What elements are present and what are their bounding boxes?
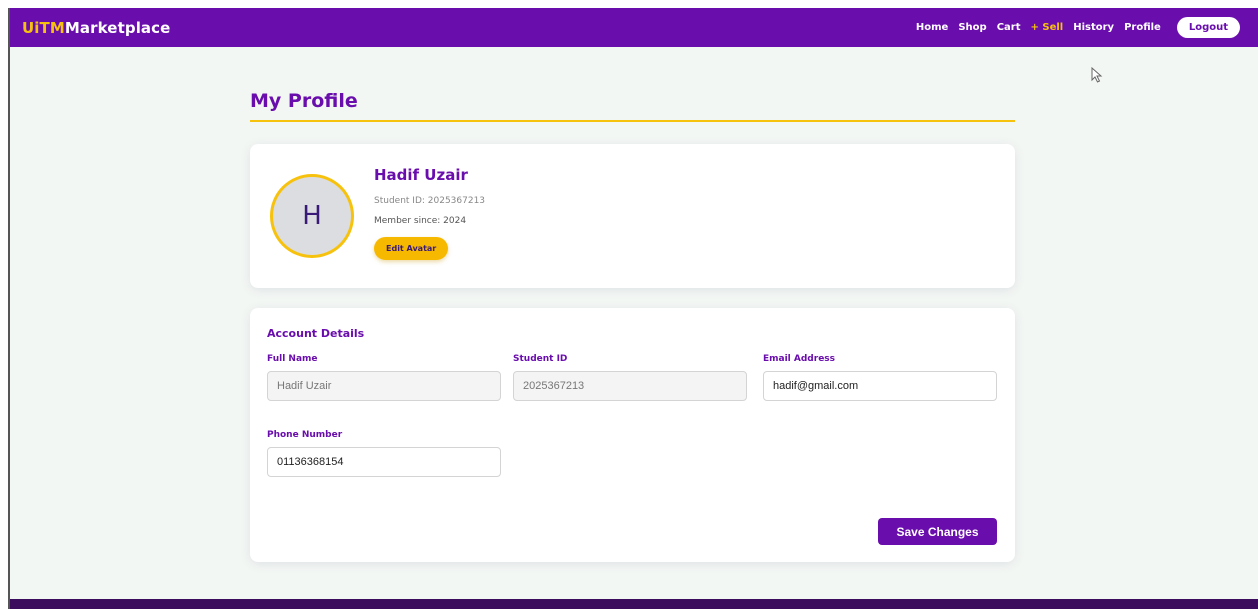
phone-label: Phone Number <box>267 430 343 440</box>
brand-name: Marketplace <box>64 18 171 37</box>
email-label: Email Address <box>763 354 836 364</box>
footer-bar <box>10 599 1258 609</box>
nav-profile[interactable]: Profile <box>1124 22 1161 33</box>
email-field-group: Email Address <box>763 354 997 401</box>
top-navbar: UiTMMarketplace Home Shop Cart + Sell Hi… <box>10 8 1258 47</box>
page-title: My Profile <box>250 90 1015 122</box>
full-name-input[interactable] <box>267 371 501 401</box>
nav-home[interactable]: Home <box>916 22 948 33</box>
brand-accent: UiTM <box>22 18 65 37</box>
student-id-label: Student ID <box>513 354 568 364</box>
full-name-field-group: Full Name <box>267 354 501 401</box>
nav-sell[interactable]: + Sell <box>1031 22 1064 33</box>
account-details-card: Account Details Full Name Student ID Ema… <box>250 308 1015 562</box>
email-input[interactable] <box>763 371 997 401</box>
student-id-field-group: Student ID <box>513 354 747 401</box>
brand-logo[interactable]: UiTMMarketplace <box>22 19 170 37</box>
nav-cart[interactable]: Cart <box>997 22 1021 33</box>
profile-name: Hadif Uzair <box>374 166 468 184</box>
student-id-input[interactable] <box>513 371 747 401</box>
account-details-title: Account Details <box>267 327 365 340</box>
profile-info: Hadif Uzair Student ID: 2025367213 Membe… <box>374 166 485 260</box>
app-window: UiTMMarketplace Home Shop Cart + Sell Hi… <box>8 8 1258 609</box>
profile-student-id: Student ID: 2025367213 <box>374 196 486 206</box>
avatar: H <box>270 174 354 258</box>
full-name-label: Full Name <box>267 354 318 364</box>
profile-member-since: Member since: 2024 <box>374 216 467 226</box>
logout-button[interactable]: Logout <box>1176 17 1240 38</box>
edit-avatar-button[interactable]: Edit Avatar <box>374 237 449 260</box>
phone-input[interactable] <box>267 447 501 477</box>
nav-links: Home Shop Cart + Sell History Profile Lo… <box>916 17 1246 38</box>
mouse-cursor-icon <box>1091 67 1103 83</box>
profile-page: My Profile H Hadif Uzair Student ID: 202… <box>250 90 1015 562</box>
profile-card: H Hadif Uzair Student ID: 2025367213 Mem… <box>250 144 1015 288</box>
nav-history[interactable]: History <box>1073 22 1114 33</box>
nav-shop[interactable]: Shop <box>958 22 986 33</box>
save-changes-button[interactable]: Save Changes <box>878 518 997 545</box>
phone-field-group: Phone Number <box>267 430 501 477</box>
